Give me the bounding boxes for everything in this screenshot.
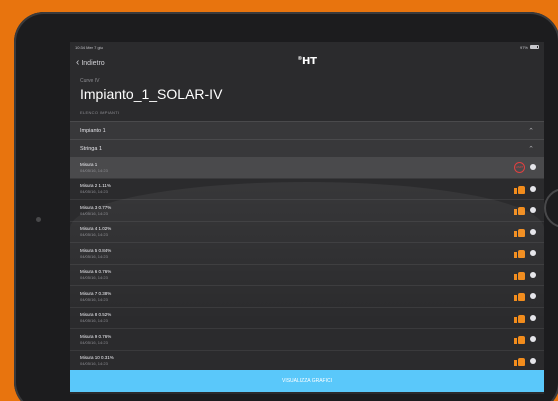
chevron-up-icon: ⌃: [528, 127, 534, 135]
row-actions: LIMIT: [514, 161, 536, 173]
thumbs-up-icon[interactable]: [514, 356, 525, 366]
thumbs-up-icon[interactable]: [514, 270, 525, 280]
status-time: 10:34 Mer 7 giu: [75, 44, 103, 50]
group-label: Impianto 1: [80, 127, 106, 134]
measure-date: 04/05/16, 14:23: [80, 361, 108, 367]
logo-mark: HT: [302, 56, 317, 67]
thumbs-up-icon[interactable]: [514, 291, 525, 302]
info-icon[interactable]: [530, 228, 536, 235]
thumbs-up-icon[interactable]: [514, 248, 525, 259]
row-actions: [514, 184, 536, 194]
row-actions: [514, 291, 536, 302]
measure-name: Misura 3 0.77%: [80, 204, 112, 210]
row-text: Misura 3 0.77% 04/05/16, 14:23: [80, 205, 111, 216]
thumbs-up-icon[interactable]: [514, 227, 525, 237]
thumbs-up-icon[interactable]: [514, 334, 525, 345]
measure-name: Misura 2 1.11%: [80, 183, 111, 189]
measure-date: 04/05/16, 14:23: [80, 318, 108, 324]
info-icon[interactable]: [530, 250, 536, 257]
measurement-list: Misura 1 04/05/16, 14:23 LIMIT Misura 2 …: [70, 157, 544, 372]
group-stringa[interactable]: Stringa 1 ⌃: [70, 139, 544, 157]
row-text: Misura 7 0.38% 04/05/16, 14:23: [80, 291, 111, 302]
measure-date: 04/05/16, 14:23: [80, 189, 108, 195]
list-item[interactable]: Misura 1 04/05/16, 14:23 LIMIT: [70, 157, 544, 179]
status-bar: 10:34 Mer 7 giu 97%: [70, 42, 544, 52]
measure-date: 04/05/16, 14:23: [80, 167, 108, 173]
list-item[interactable]: Misura 5 0.84% 04/05/16, 14:23: [70, 243, 544, 265]
measure-name: Misura 1: [80, 161, 98, 167]
row-actions: [514, 227, 536, 237]
measure-name: Misura 7 0.38%: [80, 290, 112, 296]
list-item[interactable]: Misura 2 1.11% 04/05/16, 14:23: [70, 179, 544, 200]
list-item[interactable]: Misura 4 1.02% 04/05/16, 14:23: [70, 222, 544, 243]
nav-bar: ‹ Indietro ®HT: [70, 52, 544, 74]
app-screen: 10:34 Mer 7 giu 97% ‹ Indietro ®HT Curve…: [70, 42, 544, 394]
row-actions: [514, 313, 536, 323]
measure-name: Misura 9 0.76%: [80, 333, 112, 339]
measure-date: 04/05/16, 14:23: [80, 275, 108, 281]
list-item[interactable]: Misura 7 0.38% 04/05/16, 14:23: [70, 286, 544, 308]
section-label: ELENCO IMPIANTI: [80, 110, 120, 115]
info-icon[interactable]: [530, 314, 536, 321]
measure-date: 04/05/16, 14:23: [80, 232, 108, 238]
measure-name: Misura 5 0.84%: [80, 247, 112, 253]
row-text: Misura 2 1.11% 04/05/16, 14:23: [80, 183, 111, 194]
home-button[interactable]: [544, 188, 558, 228]
row-text: Misura 9 0.76% 04/05/16, 14:23: [80, 334, 111, 345]
list-item[interactable]: Misura 3 0.77% 04/05/16, 14:23: [70, 200, 544, 222]
measure-date: 04/05/16, 14:23: [80, 296, 108, 302]
camera-dot: [36, 217, 41, 222]
info-icon[interactable]: [530, 293, 536, 300]
thumbs-up-icon[interactable]: [514, 184, 525, 194]
chevron-up-icon: ⌃: [528, 145, 534, 153]
show-charts-button[interactable]: VISUALIZZA GRAFICI: [70, 370, 544, 392]
info-icon[interactable]: [530, 164, 536, 171]
battery-icon: [530, 45, 539, 49]
group-impianto[interactable]: Impianto 1 ⌃: [70, 121, 544, 139]
thumbs-up-icon[interactable]: [514, 205, 525, 216]
page-subtitle: Curve IV: [80, 78, 100, 84]
warning-icon[interactable]: LIMIT: [514, 161, 525, 173]
status-right: 97%: [520, 45, 539, 50]
row-actions: [514, 205, 536, 216]
info-icon[interactable]: [530, 357, 536, 364]
row-text: Misura 8 0.52% 04/05/16, 14:23: [80, 312, 111, 323]
chevron-left-icon: ‹: [76, 57, 80, 68]
row-text: Misura 10 0.31% 04/05/16, 14:23: [80, 355, 114, 366]
battery-percent: 97%: [519, 44, 528, 50]
page-header: Curve IV Impianto_1_SOLAR-IV ELENCO IMPI…: [70, 74, 544, 121]
row-actions: [514, 356, 536, 366]
row-actions: [514, 248, 536, 259]
info-icon[interactable]: [530, 185, 536, 192]
measure-date: 04/05/16, 14:23: [80, 253, 108, 259]
page-title: Impianto_1_SOLAR-IV: [80, 86, 223, 102]
info-icon[interactable]: [530, 271, 536, 278]
list-item[interactable]: Misura 9 0.76% 04/05/16, 14:23: [70, 329, 544, 351]
measure-name: Misura 4 1.02%: [80, 226, 112, 232]
list-item[interactable]: Misura 8 0.52% 04/05/16, 14:23: [70, 308, 544, 329]
thumbs-up-icon[interactable]: [514, 313, 525, 323]
row-text: Misura 1 04/05/16, 14:23: [80, 162, 108, 173]
row-actions: [514, 334, 536, 345]
tablet-frame: 10:34 Mer 7 giu 97% ‹ Indietro ®HT Curve…: [14, 12, 558, 401]
list-item[interactable]: Misura 6 0.76% 04/05/16, 14:23: [70, 265, 544, 286]
row-actions: [514, 270, 536, 280]
info-icon[interactable]: [530, 336, 536, 343]
measure-name: Misura 10 0.31%: [80, 355, 114, 361]
info-icon[interactable]: [530, 207, 536, 214]
group-label: Stringa 1: [80, 145, 103, 152]
back-button[interactable]: ‹ Indietro: [76, 58, 105, 68]
row-text: Misura 5 0.84% 04/05/16, 14:23: [80, 248, 111, 259]
back-label: Indietro: [81, 59, 105, 67]
measure-date: 04/05/16, 14:23: [80, 339, 108, 345]
list-item[interactable]: Misura 10 0.31% 04/05/16, 14:23: [70, 351, 544, 372]
row-text: Misura 6 0.76% 04/05/16, 14:23: [80, 269, 111, 280]
measure-name: Misura 8 0.52%: [80, 312, 112, 318]
measure-name: Misura 6 0.76%: [80, 269, 112, 275]
measure-date: 04/05/16, 14:23: [80, 210, 108, 216]
brand-logo: ®HT: [297, 56, 317, 67]
row-text: Misura 4 1.02% 04/05/16, 14:23: [80, 226, 111, 237]
